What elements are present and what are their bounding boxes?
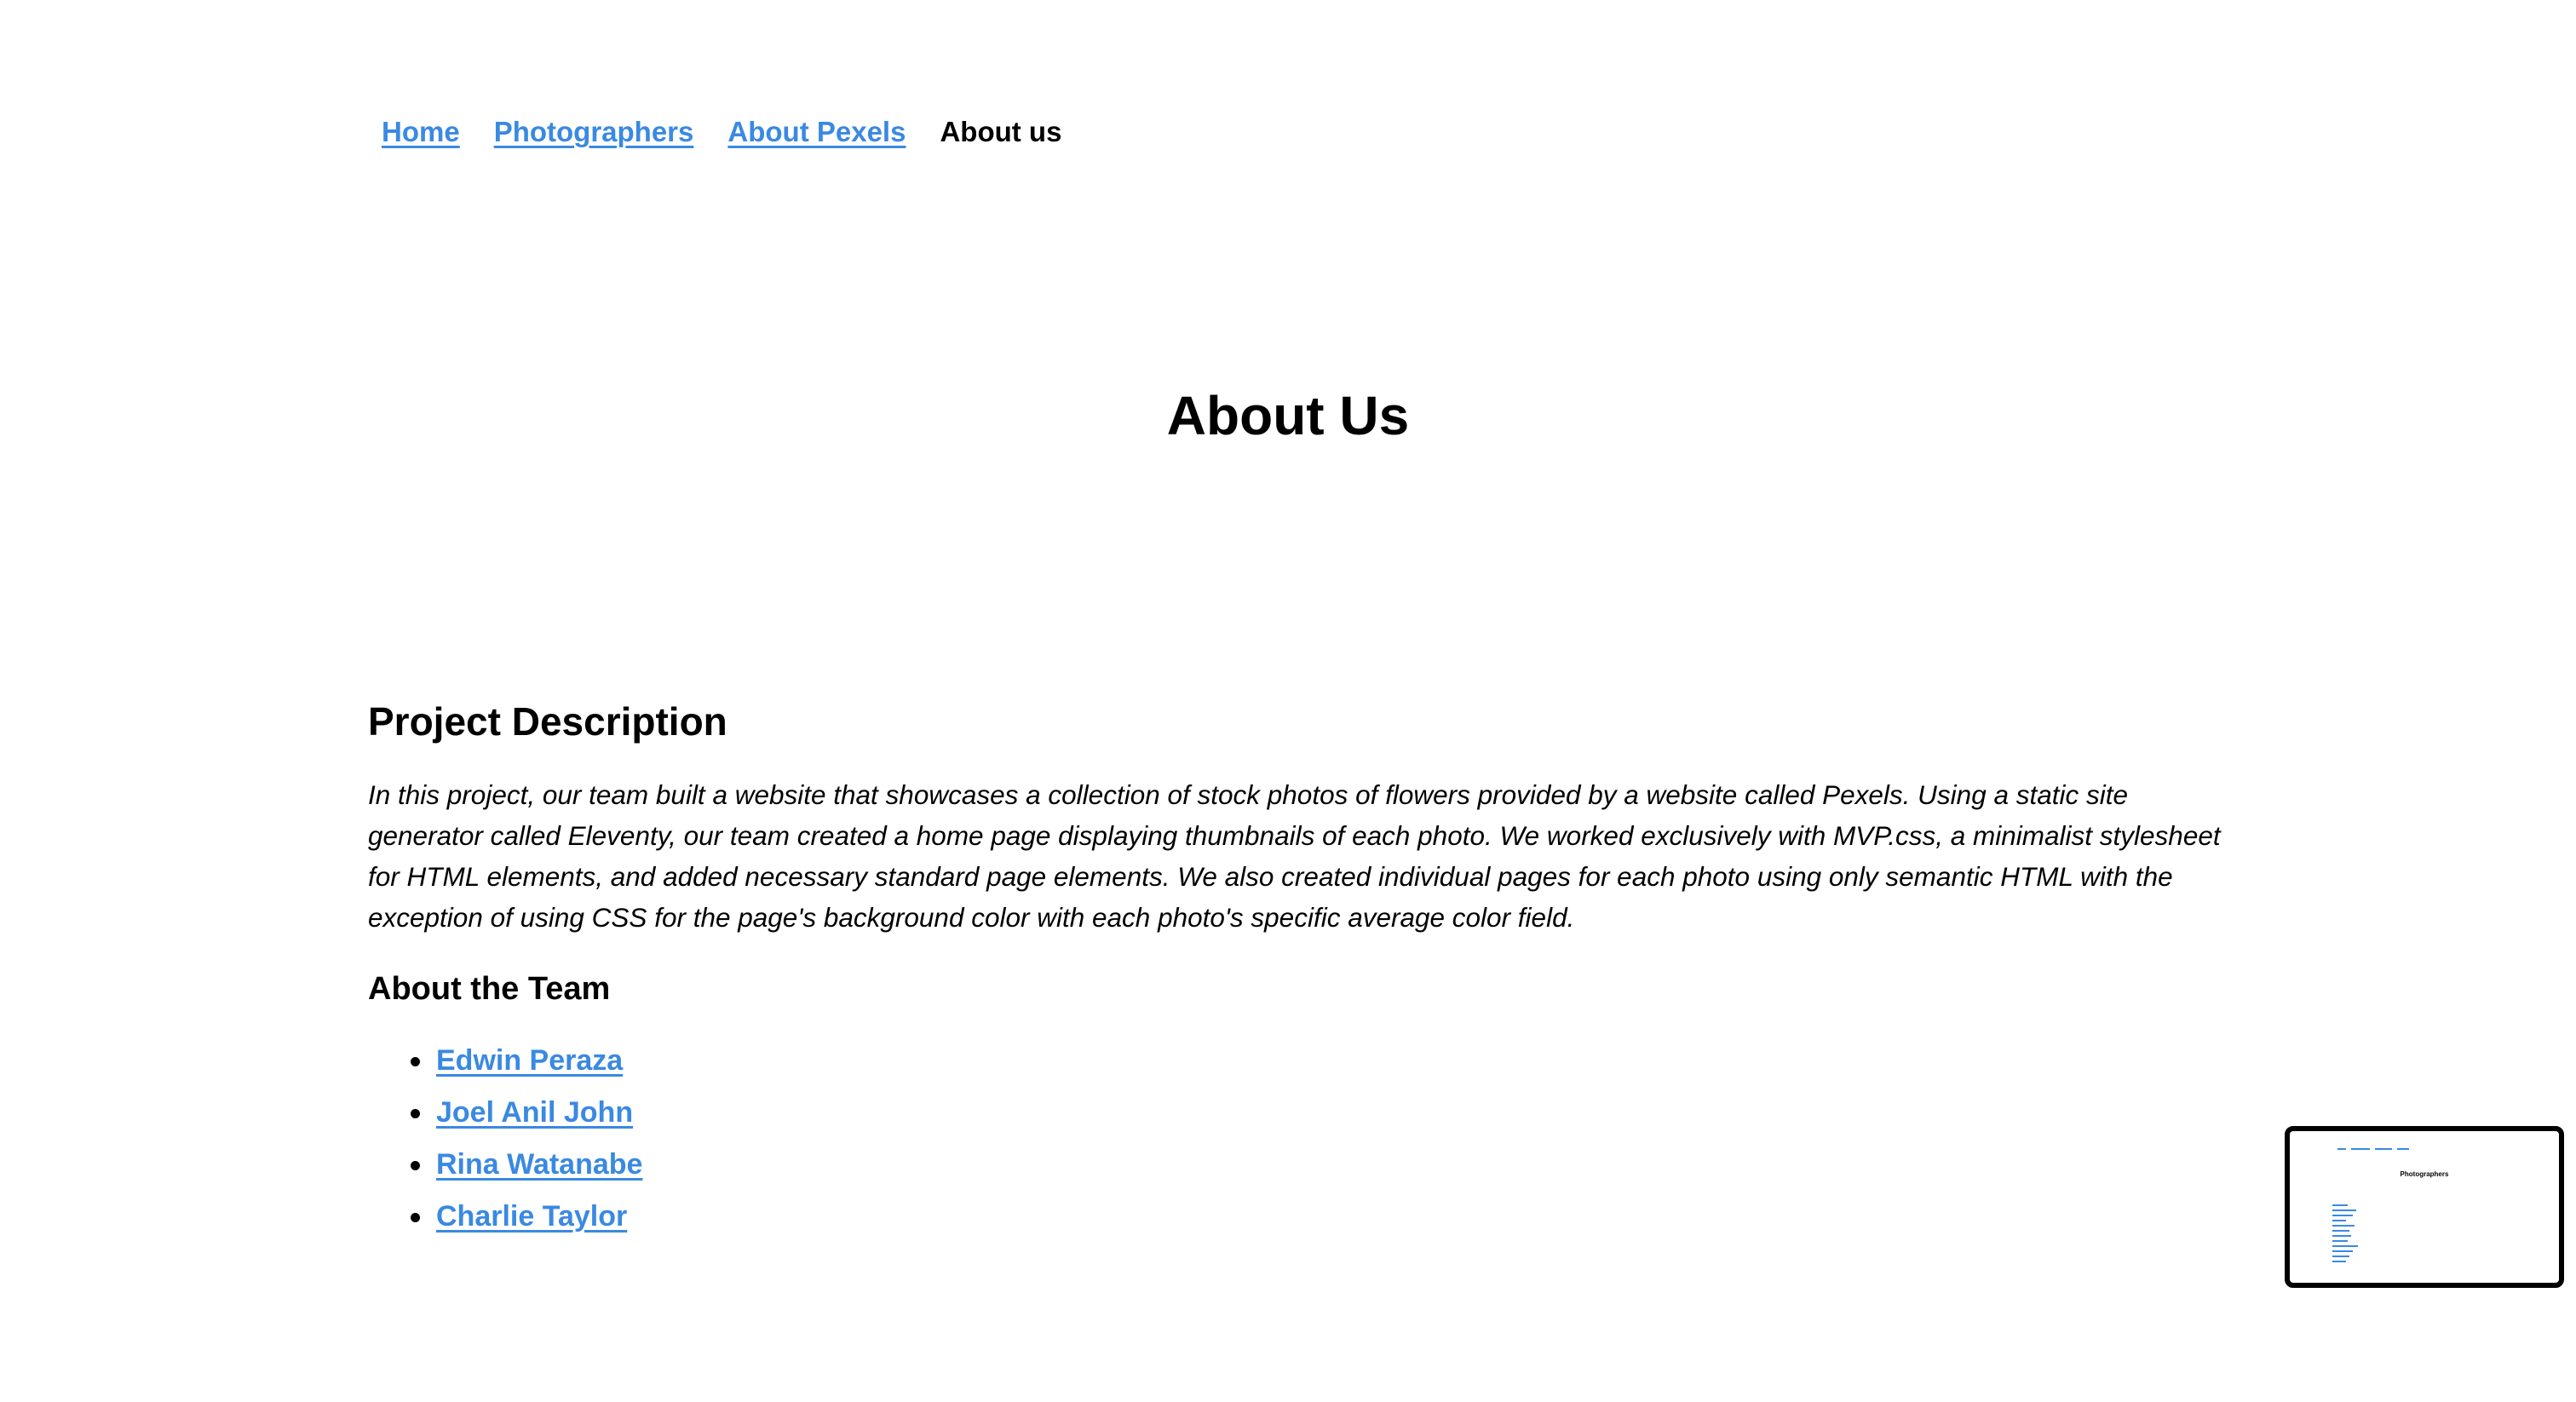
about-team-heading: About the Team <box>368 971 611 1008</box>
list-item: Charlie Taylor <box>411 1191 2225 1243</box>
list-item: Edwin Peraza <box>411 1035 2225 1087</box>
preview-nav-line <box>2351 1148 2370 1150</box>
preview-list-line <box>2332 1255 2349 1257</box>
preview-list-line <box>2332 1225 2355 1227</box>
preview-list-line <box>2332 1230 2349 1232</box>
bullet-icon <box>411 1160 420 1170</box>
team-member-link-joel-anil-john[interactable]: Joel Anil John <box>436 1096 633 1129</box>
bullet-icon <box>411 1212 420 1222</box>
page-title: About Us <box>1166 385 1410 446</box>
preview-nav <box>2337 1148 2409 1150</box>
preview-list-line <box>2332 1250 2353 1252</box>
preview-list-line <box>2332 1240 2348 1242</box>
list-item: Joel Anil John <box>411 1087 2225 1139</box>
preview-list-line <box>2332 1215 2353 1216</box>
preview-list <box>2332 1204 2358 1266</box>
project-description-heading: Project Description <box>368 699 727 744</box>
project-description-text: In this project, our team built a websit… <box>368 779 2221 934</box>
preview-nav-line <box>2375 1148 2392 1150</box>
nav-link-about-pexels[interactable]: About Pexels <box>727 116 906 148</box>
list-item: Rina Watanabe <box>411 1139 2225 1191</box>
nav-link-home[interactable]: Home <box>382 116 460 148</box>
project-section: Project Description In this project, our… <box>368 698 2225 1243</box>
team-member-link-edwin-peraza[interactable]: Edwin Peraza <box>436 1044 623 1077</box>
bullet-icon <box>411 1108 420 1118</box>
preview-list-line <box>2332 1245 2358 1247</box>
team-member-link-charlie-taylor[interactable]: Charlie Taylor <box>436 1200 627 1232</box>
bullet-icon <box>411 1056 420 1066</box>
nav-item-about-us-current: About us <box>940 116 1062 147</box>
preview-title: Photographers <box>2400 1170 2449 1178</box>
team-member-list: Edwin Peraza Joel Anil John Rina Watanab… <box>368 1035 2225 1243</box>
preview-list-line <box>2332 1210 2356 1211</box>
team-member-link-rina-watanabe[interactable]: Rina Watanabe <box>436 1148 642 1181</box>
preview-nav-line <box>2397 1148 2409 1150</box>
preview-list-line <box>2332 1220 2346 1221</box>
page: Home Photographers About Pexels About us… <box>0 0 2576 1402</box>
preview-nav-line <box>2337 1148 2346 1150</box>
preview-list-line <box>2332 1261 2346 1262</box>
preview-list-line <box>2332 1235 2351 1237</box>
top-nav: Home Photographers About Pexels About us <box>382 116 1061 148</box>
preview-list-line <box>2332 1204 2348 1206</box>
nav-link-photographers[interactable]: Photographers <box>494 116 694 148</box>
page-preview-thumbnail[interactable]: Photographers <box>2285 1126 2564 1288</box>
